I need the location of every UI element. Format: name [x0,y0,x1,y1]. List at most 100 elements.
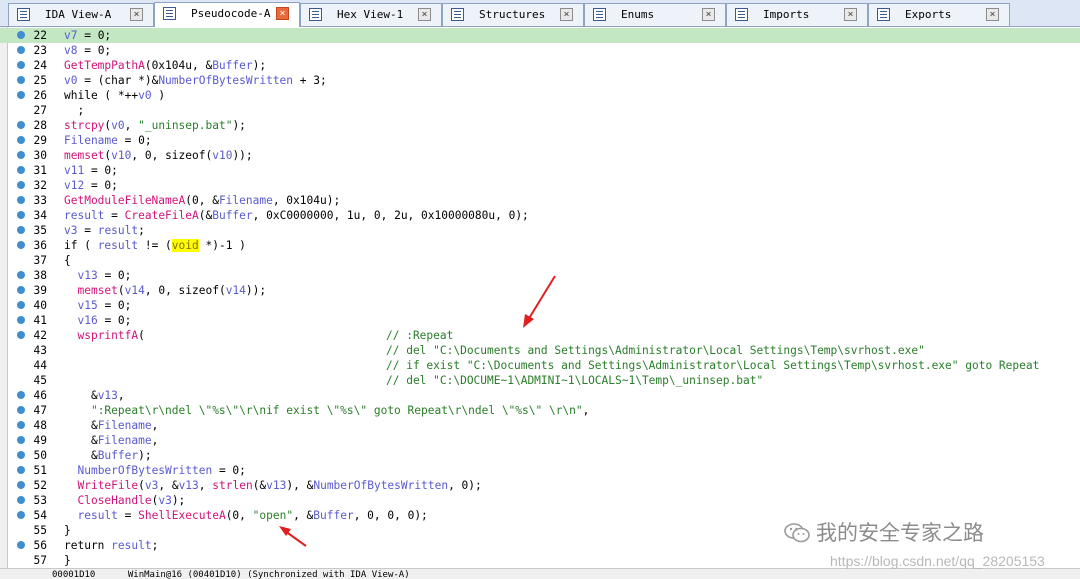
line-number: 53 [33,494,47,507]
breakpoint-dot-icon[interactable] [17,316,25,324]
close-icon[interactable]: × [276,7,289,20]
code-line[interactable]: 48 &Filename, [0,418,1080,433]
breakpoint-dot-icon[interactable] [17,496,25,504]
code-line[interactable]: 49 &Filename, [0,433,1080,448]
breakpoint-dot-icon[interactable] [17,196,25,204]
code-text: v11 = 0; [64,164,118,177]
tab-pseudocode-a[interactable]: Pseudocode-A × [154,2,300,27]
breakpoint-dot-icon[interactable] [17,391,25,399]
tab-ida-view-a[interactable]: IDA View-A × [8,3,154,26]
code-line[interactable]: 32 v12 = 0; [0,178,1080,193]
close-icon[interactable]: × [130,8,143,21]
breakpoint-dot-icon[interactable] [17,46,25,54]
breakpoint-dot-icon[interactable] [17,331,25,339]
breakpoint-dot-icon[interactable] [17,511,25,519]
close-icon[interactable]: × [702,8,715,21]
line-number: 41 [33,314,47,327]
code-line[interactable]: 34 result = CreateFileA(&Buffer, 0xC00000… [0,208,1080,223]
close-icon[interactable]: × [418,8,431,21]
line-number: 31 [33,164,47,177]
line-number: 48 [33,419,47,432]
code-line[interactable]: 25 v0 = (char *)&NumberOfBytesWritten + 3… [0,73,1080,88]
code-text: GetModuleFileNameA(0, &Filename, 0x104u)… [64,194,341,207]
tab-exports[interactable]: Exports × [868,3,1010,26]
code-line[interactable]: 41 v16 = 0; [0,313,1080,328]
breakpoint-dot-icon[interactable] [17,61,25,69]
code-line[interactable]: 35 v3 = result; [0,223,1080,238]
status-bar: 00001D10 WinMain@16 (00401D10) (Synchron… [0,568,1080,579]
breakpoint-dot-icon[interactable] [17,121,25,129]
code-line[interactable]: 46 &v13, [0,388,1080,403]
code-text: &Filename, [64,434,159,447]
breakpoint-dot-icon[interactable] [17,436,25,444]
watermark-title: 我的安全专家之路 [784,517,984,547]
breakpoint-dot-icon[interactable] [17,481,25,489]
line-number: 34 [33,209,47,222]
tab-imports[interactable]: Imports × [726,3,868,26]
code-line[interactable]: 43 // del "C:\Documents and Settings\Admi… [0,343,1080,358]
code-line[interactable]: 30 memset(v10, 0, sizeof(v10)); [0,148,1080,163]
code-line[interactable]: 39 memset(v14, 0, sizeof(v14)); [0,283,1080,298]
breakpoint-dot-icon[interactable] [17,166,25,174]
breakpoint-dot-icon[interactable] [17,76,25,84]
code-line[interactable]: 45 // del "C:\DOCUME~1\ADMINI~1\LOCALS~1\… [0,373,1080,388]
code-line[interactable]: 24 GetTempPathA(0x104u, &Buffer); [0,58,1080,73]
code-line[interactable]: 33 GetModuleFileNameA(0, &Filename, 0x104… [0,193,1080,208]
tab-enums[interactable]: Enums × [584,3,726,26]
breakpoint-dot-icon[interactable] [17,421,25,429]
code-line[interactable]: 29 Filename = 0; [0,133,1080,148]
code-line[interactable]: 53 CloseHandle(v3); [0,493,1080,508]
breakpoint-dot-icon[interactable] [17,91,25,99]
tab-hex-view-1[interactable]: Hex View-1 × [300,3,442,26]
code-line[interactable]: 37 { [0,253,1080,268]
close-icon[interactable]: × [986,8,999,21]
breakpoint-dot-icon[interactable] [17,226,25,234]
breakpoint-dot-icon[interactable] [17,541,25,549]
code-comment: // :Repeat [386,329,454,342]
breakpoint-dot-icon[interactable] [17,136,25,144]
line-number: 35 [33,224,47,237]
code-text: NumberOfBytesWritten = 0; [77,464,246,477]
breakpoint-dot-icon[interactable] [17,466,25,474]
breakpoint-dot-icon[interactable] [17,451,25,459]
code-line[interactable]: 51 NumberOfBytesWritten = 0; [0,463,1080,478]
breakpoint-dot-icon[interactable] [17,211,25,219]
code-text: } [64,524,71,537]
code-line[interactable]: 23 v8 = 0; [0,43,1080,58]
breakpoint-dot-icon[interactable] [17,31,25,39]
exports-icon [877,8,890,21]
breakpoint-dot-icon[interactable] [17,151,25,159]
breakpoint-dot-icon[interactable] [17,406,25,414]
imports-icon [735,8,748,21]
tab-label: Enums [621,8,655,21]
breakpoint-dot-icon[interactable] [17,286,25,294]
breakpoint-dot-icon[interactable] [17,241,25,249]
code-line[interactable]: 38 v13 = 0; [0,268,1080,283]
pseudocode-view[interactable]: 22 v7 = 0; 23 v8 = 0; 24 GetTempPathA(0x104u,… [0,27,1080,568]
line-number: 47 [33,404,47,417]
close-icon[interactable]: × [560,8,573,21]
code-text: while ( *++v0 ) [64,89,166,102]
code-line[interactable]: 26 while ( *++v0 ) [0,88,1080,103]
close-icon[interactable]: × [844,8,857,21]
code-line[interactable]: 28 strcpy(v0, "_uninsep.bat"); [0,118,1080,133]
breakpoint-dot-icon[interactable] [17,301,25,309]
code-line[interactable]: 52 WriteFile(v3, &v13, strlen(&v13), &Nu… [0,478,1080,493]
code-line[interactable]: 36 if ( result != (void *)-1 ) [0,238,1080,253]
code-text: WriteFile(v3, &v13, strlen(&v13), &Numbe… [77,479,482,492]
code-line[interactable]: 27 ; [0,103,1080,118]
code-line[interactable]: 47 ":Repeat\r\ndel \"%s\"\r\nif exist \"… [0,403,1080,418]
breakpoint-dot-icon[interactable] [17,271,25,279]
code-line[interactable]: 50 &Buffer); [0,448,1080,463]
code-line[interactable]: 44 // if exist "C:\Documents and Settings… [0,358,1080,373]
code-line[interactable]: 31 v11 = 0; [0,163,1080,178]
code-text: memset(v14, 0, sizeof(v14)); [77,284,267,297]
pseudocode-icon [163,7,176,20]
code-line[interactable]: 22 v7 = 0; [0,28,1080,43]
line-number: 30 [33,149,47,162]
tab-structures[interactable]: Structures × [442,3,584,26]
code-line[interactable]: 42 wsprintfA(// :Repeat [0,328,1080,343]
ida-view-icon [17,8,30,21]
code-line[interactable]: 40 v15 = 0; [0,298,1080,313]
breakpoint-dot-icon[interactable] [17,181,25,189]
